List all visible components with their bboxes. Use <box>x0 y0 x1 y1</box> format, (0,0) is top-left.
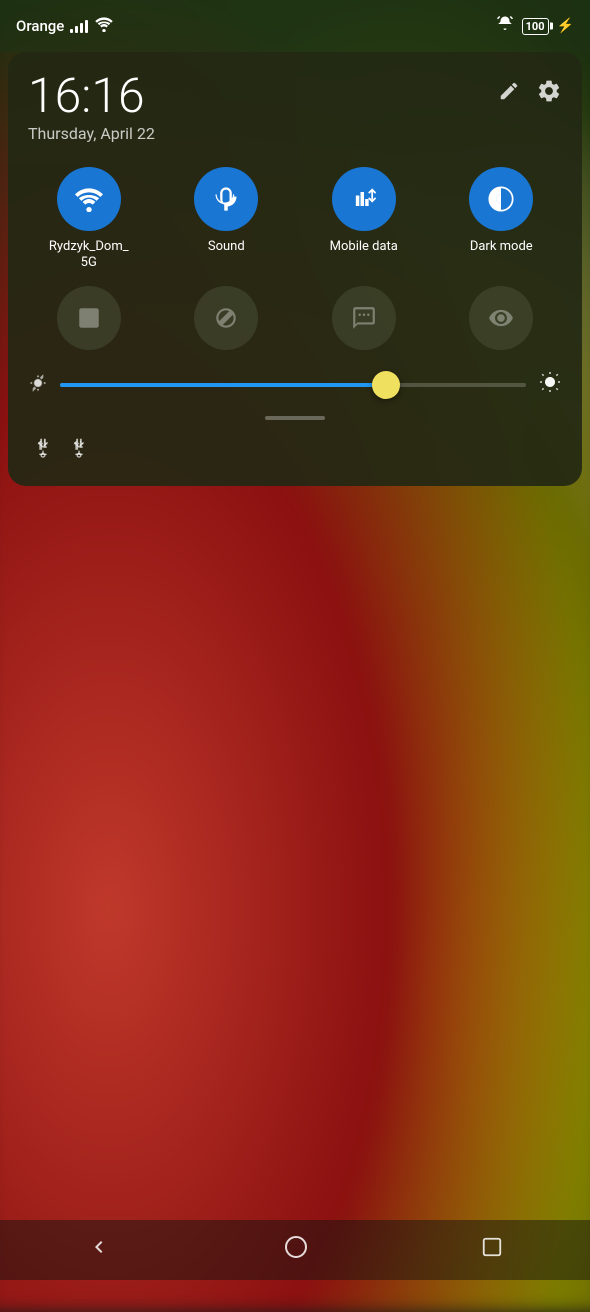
toggle-sound-circle <box>194 167 258 231</box>
toggle-extra-2[interactable] <box>166 286 288 350</box>
settings-button[interactable] <box>536 78 562 110</box>
brightness-min-icon <box>28 373 48 398</box>
toggle-mobile-data-label: Mobile data <box>330 239 398 255</box>
toggle-wifi-circle <box>57 167 121 231</box>
drag-indicator <box>28 416 562 420</box>
signal-bar-2 <box>75 26 78 33</box>
status-right: 100 ⚡ <box>496 15 574 37</box>
clock-date: Thursday, April 22 <box>28 124 155 143</box>
wifi-status-icon <box>94 16 114 37</box>
clock-actions <box>498 78 562 110</box>
toggle-dark-mode-circle <box>469 167 533 231</box>
usb-icon-1 <box>32 436 54 464</box>
clock-time: 16:16 <box>28 72 155 120</box>
toggle-dark-mode[interactable]: Dark mode <box>441 167 563 270</box>
quick-toggles-row2 <box>28 286 562 350</box>
brightness-row <box>28 366 562 404</box>
toggle-wifi-label: Rydzyk_Dom_5G <box>49 239 129 270</box>
signal-bar-1 <box>70 29 73 33</box>
nav-home-button[interactable] <box>276 1227 316 1273</box>
signal-bar-4 <box>85 20 88 33</box>
status-bar: Orange 100 ⚡ <box>0 0 590 52</box>
toggle-mobile-data[interactable]: Mobile data <box>303 167 425 270</box>
clock-info: 16:16 Thursday, April 22 <box>28 72 155 143</box>
alarm-icon <box>496 15 514 37</box>
toggle-extra-3[interactable] <box>303 286 425 350</box>
edit-button[interactable] <box>498 80 520 108</box>
toggle-dark-mode-label: Dark mode <box>470 239 533 255</box>
usb-icon-2 <box>68 436 90 464</box>
carrier-name: Orange <box>16 17 64 35</box>
toggle-sound[interactable]: Sound <box>166 167 288 270</box>
toggle-extra-2-circle <box>194 286 258 350</box>
quick-toggles-row1: Rydzyk_Dom_5G Sound Mobile data <box>28 167 562 270</box>
toggle-extra-3-circle <box>332 286 396 350</box>
navigation-bar <box>0 1220 590 1280</box>
status-left: Orange <box>16 16 114 37</box>
brightness-max-icon <box>538 370 562 400</box>
signal-bars <box>70 19 88 33</box>
nav-recents-button[interactable] <box>473 1228 511 1272</box>
toggle-mobile-data-circle <box>332 167 396 231</box>
battery-indicator: 100 <box>522 18 549 35</box>
toggle-extra-4-circle <box>469 286 533 350</box>
drag-bar <box>265 416 325 420</box>
toggle-extra-1-circle <box>57 286 121 350</box>
toggle-extra-1[interactable] <box>28 286 150 350</box>
nav-back-button[interactable] <box>79 1227 119 1273</box>
signal-bar-3 <box>80 23 83 33</box>
clock-area: 16:16 Thursday, April 22 <box>28 72 562 143</box>
charging-icon: ⚡ <box>557 18 574 34</box>
usb-row <box>28 430 562 466</box>
battery-level: 100 <box>526 20 545 33</box>
brightness-thumb <box>372 371 400 399</box>
toggle-extra-4[interactable] <box>441 286 563 350</box>
toggle-sound-label: Sound <box>208 239 245 255</box>
notification-panel: 16:16 Thursday, April 22 <box>8 52 582 486</box>
toggle-wifi[interactable]: Rydzyk_Dom_5G <box>28 167 150 270</box>
brightness-slider[interactable] <box>60 383 526 387</box>
brightness-fill <box>60 383 386 387</box>
